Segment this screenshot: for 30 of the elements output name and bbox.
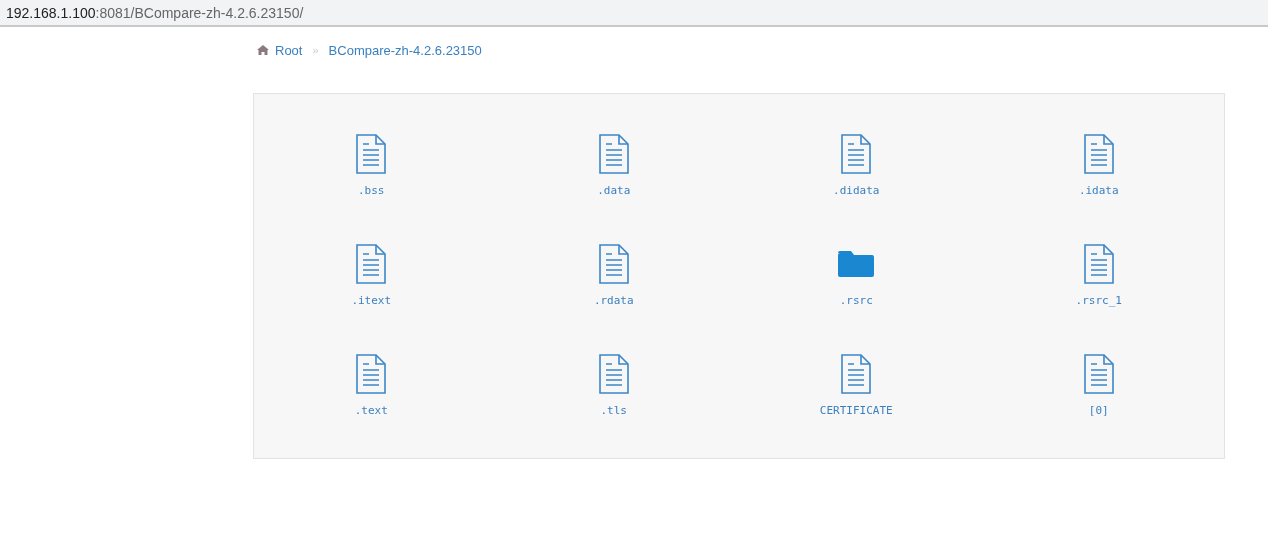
file-name-link[interactable]: .rsrc <box>839 294 873 307</box>
file-name-link[interactable]: .bss <box>358 184 385 197</box>
document-icon[interactable] <box>841 354 872 394</box>
file-name-link[interactable]: .rsrc_1 <box>1075 294 1122 307</box>
file-name-link[interactable]: CERTIFICATE <box>819 404 893 417</box>
file-name-link[interactable]: .rdata <box>593 294 634 307</box>
file-name-link[interactable]: .text <box>354 404 388 417</box>
breadcrumb-link[interactable]: Root <box>275 42 303 58</box>
breadcrumb-link[interactable]: BCompare-zh-4.2.6.23150 <box>328 42 482 58</box>
file-name-link[interactable]: .tls <box>600 404 627 417</box>
document-icon[interactable] <box>598 244 629 284</box>
document-icon[interactable] <box>598 354 629 394</box>
file-name-link[interactable]: .data <box>597 184 631 197</box>
home-icon <box>257 45 269 55</box>
breadcrumb-separator: » <box>312 44 319 56</box>
address-bar[interactable]: 192.168.1.100:8081/BCompare-zh-4.2.6.23150/ <box>0 0 1268 27</box>
document-icon[interactable] <box>356 134 387 174</box>
file-name-link[interactable]: .didata <box>833 184 880 197</box>
document-icon[interactable] <box>1083 134 1114 174</box>
file-name-link[interactable]: [0] <box>1088 404 1109 417</box>
document-icon[interactable] <box>1083 244 1114 284</box>
document-icon[interactable] <box>356 354 387 394</box>
document-icon[interactable] <box>841 134 872 174</box>
address-path: :8081/BCompare-zh-4.2.6.23150/ <box>95 4 304 21</box>
document-icon[interactable] <box>356 244 387 284</box>
document-icon[interactable] <box>1083 354 1114 394</box>
address-host: 192.168.1.100 <box>6 4 96 21</box>
file-name-link[interactable]: .itext <box>351 294 392 307</box>
file-name-link[interactable]: .idata <box>1078 184 1119 197</box>
document-icon[interactable] <box>598 134 629 174</box>
